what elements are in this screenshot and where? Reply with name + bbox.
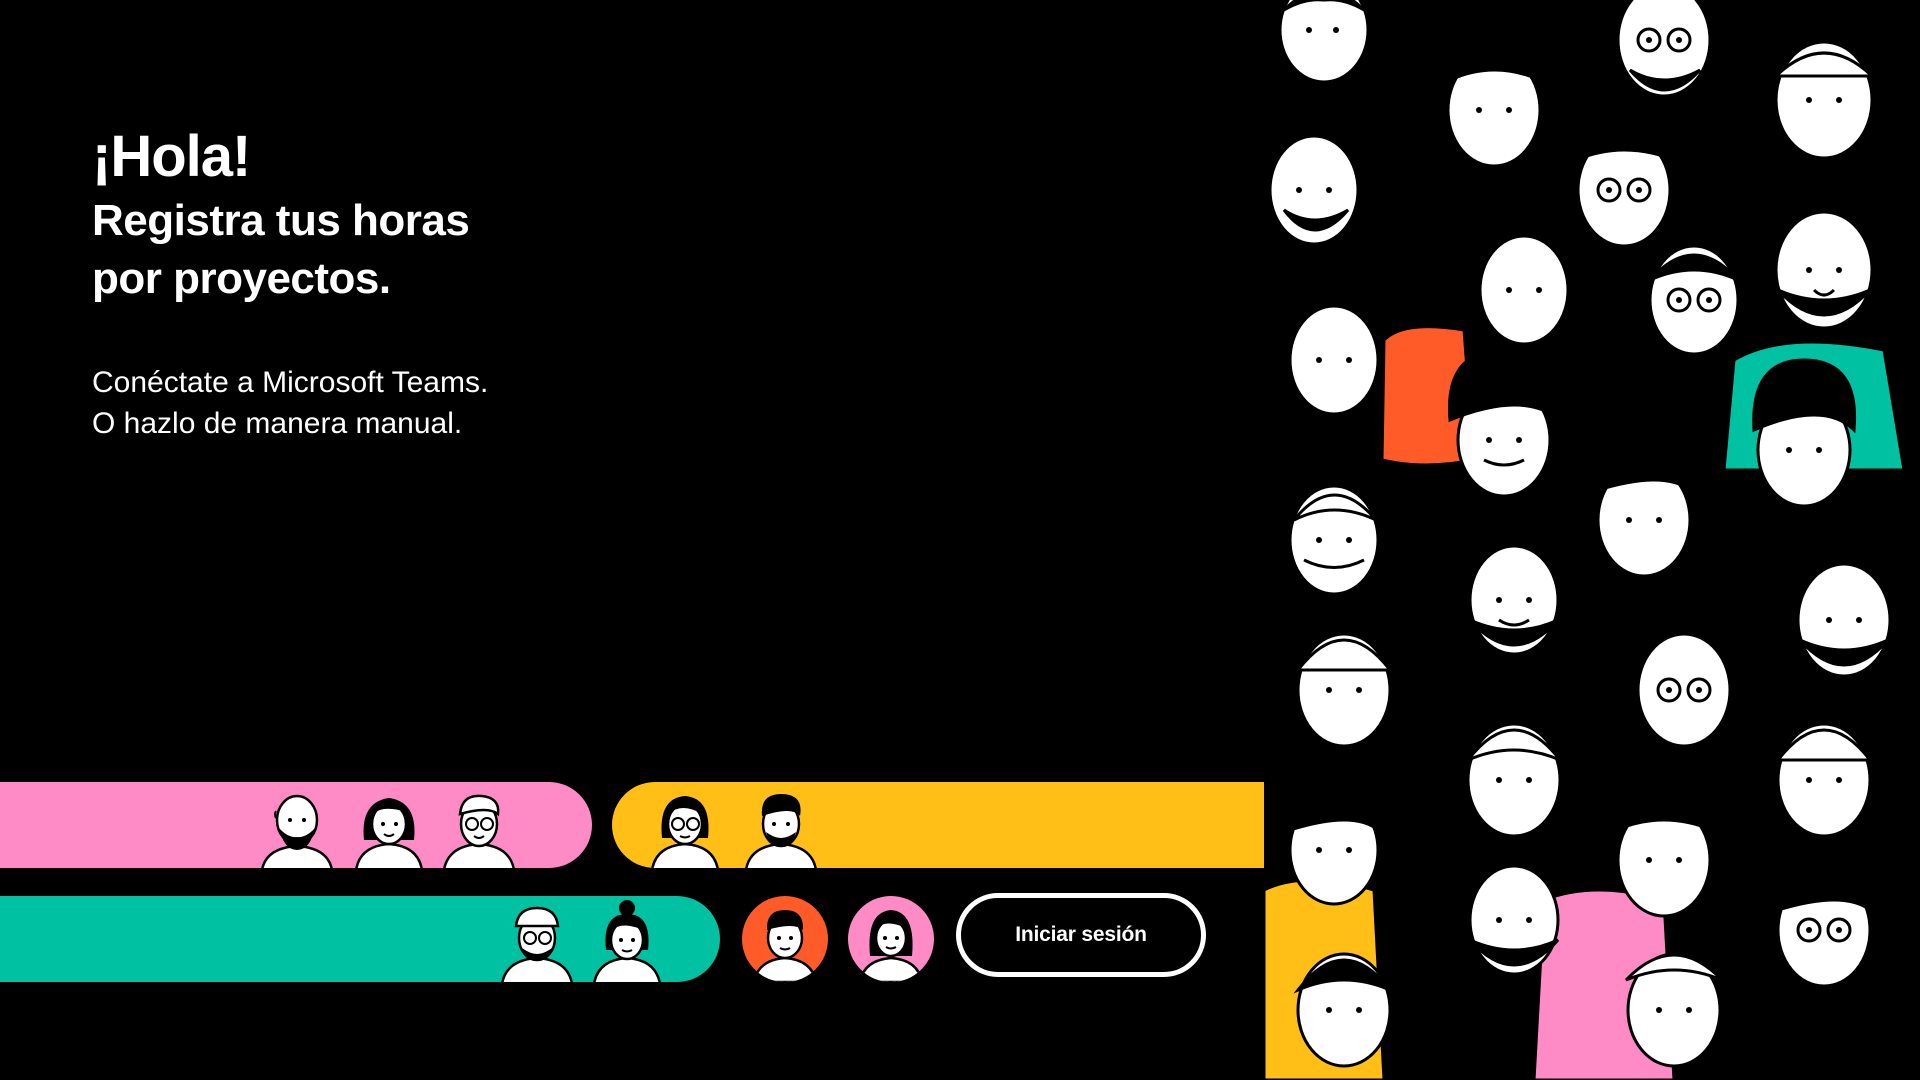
page-title: Registra tus horas por proyectos.	[92, 192, 488, 308]
crowd-illustration-icon	[1264, 0, 1920, 1080]
subtitle: Conéctate a Microsoft Teams. O hazlo de …	[92, 362, 488, 444]
yellow-bar	[612, 782, 1264, 868]
woman-glasses-avatar-icon	[642, 784, 728, 868]
teal-bar	[0, 896, 720, 982]
orange-man-avatar-icon	[742, 896, 828, 982]
hero-section: ¡Hola! Registra tus horas por proyectos.…	[92, 122, 488, 444]
woman-bun-avatar-icon	[584, 898, 670, 982]
pink-bar	[0, 782, 592, 868]
subtitle-line-2: O hazlo de manera manual.	[92, 407, 463, 440]
title-line-2: por proyectos.	[92, 254, 391, 303]
bald-bearded-man-avatar-icon	[254, 784, 340, 868]
login-button[interactable]: Iniciar sesión	[956, 893, 1206, 977]
man-cap-glasses-avatar-icon	[494, 898, 580, 982]
pink-woman-avatar-icon	[848, 896, 934, 982]
greeting-heading: ¡Hola!	[92, 124, 251, 189]
woman-dark-hair-avatar-icon	[346, 784, 432, 868]
man-beard-avatar-icon	[738, 784, 824, 868]
subtitle-line-1: Conéctate a Microsoft Teams.	[92, 366, 489, 399]
man-glasses-avatar-icon	[436, 784, 522, 868]
title-line-1: Registra tus horas	[92, 196, 470, 245]
